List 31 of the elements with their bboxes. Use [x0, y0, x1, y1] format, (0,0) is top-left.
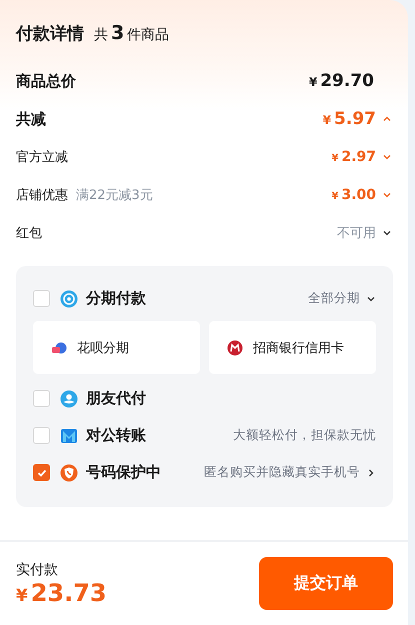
total-label: 实付款	[16, 560, 59, 578]
price-amount: ¥ 5.97	[322, 109, 376, 129]
shield-icon	[60, 464, 78, 482]
user-icon	[60, 390, 78, 408]
bank-logo-icon	[227, 340, 243, 356]
item-count: 共 3 件商品	[94, 22, 170, 44]
section-title: 付款详情	[16, 23, 84, 45]
installment-option[interactable]: 花呗分期	[33, 321, 200, 374]
discount-note: 满22元减3元	[76, 187, 153, 204]
price-amount: ¥ 2.97	[332, 149, 376, 165]
payment-option-label[interactable]: 对公转账	[86, 426, 146, 445]
price-label: 共减	[16, 110, 46, 128]
payment-option-label[interactable]: 分期付款	[86, 289, 146, 308]
payment-option-label[interactable]: 号码保护中	[86, 463, 161, 482]
checkbox[interactable]	[33, 464, 50, 481]
chevron-right-icon[interactable]	[366, 468, 376, 478]
status-text: 不可用	[337, 225, 376, 242]
total-amount: ¥23.73	[16, 578, 107, 606]
price-amount: ¥ 29.70	[308, 71, 374, 91]
installment-option[interactable]: 招商银行信用卡	[209, 321, 376, 374]
payment-option-label[interactable]: 朋友代付	[86, 389, 146, 408]
price-label: 红包	[16, 225, 42, 242]
wallet-icon	[51, 340, 67, 356]
chevron-down-icon[interactable]	[382, 228, 392, 238]
price-label: 官方立减	[16, 149, 68, 166]
price-amount: ¥ 3.00	[332, 187, 376, 203]
option-hint: 大额轻松付，担保款无忧	[233, 427, 376, 444]
option-hint: 匿名购买并隐藏真实手机号	[204, 464, 360, 481]
price-label: 店铺优惠	[16, 187, 68, 204]
installment-dropdown[interactable]: 全部分期	[308, 290, 360, 307]
price-label: 商品总价	[16, 72, 76, 90]
